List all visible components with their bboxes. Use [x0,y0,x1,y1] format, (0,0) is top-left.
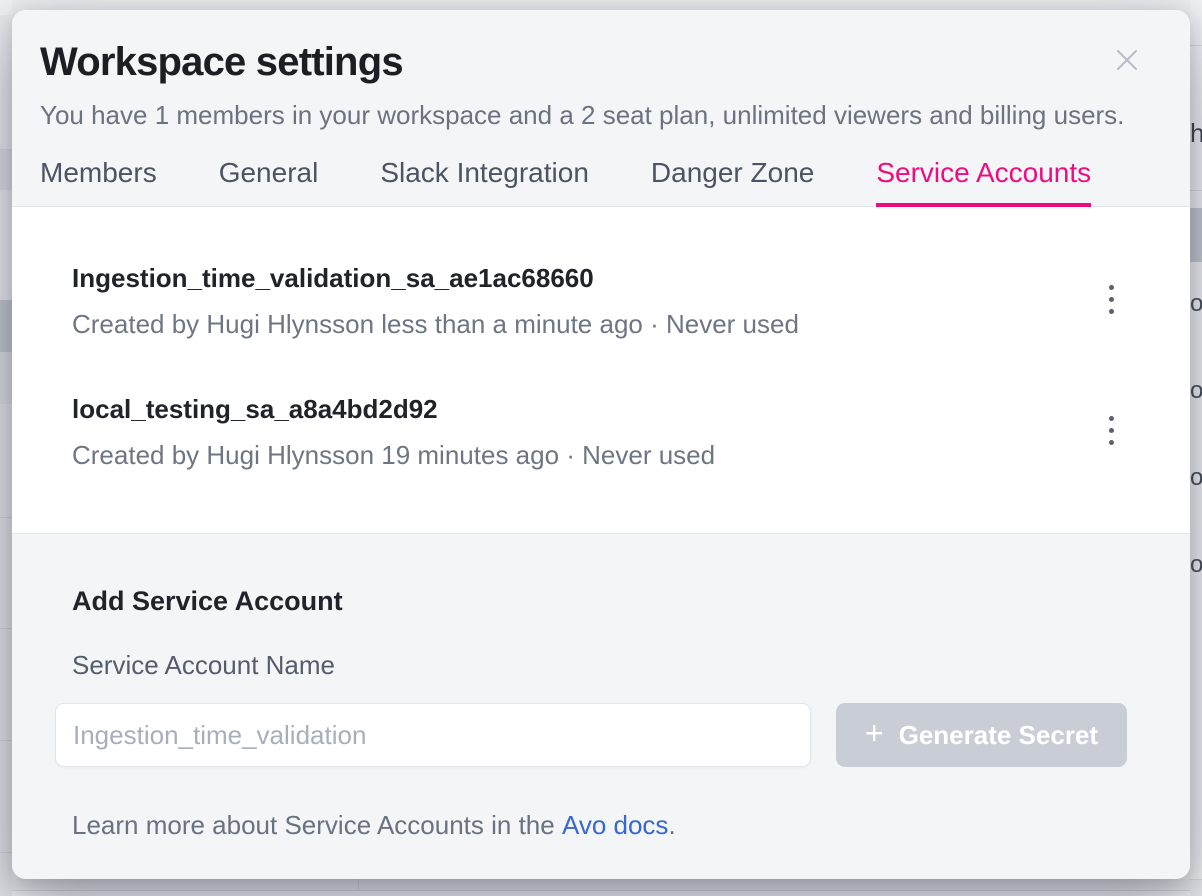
tab-danger-zone[interactable]: Danger Zone [651,157,814,207]
service-account-name: local_testing_sa_a8a4bd2d92 [72,392,715,426]
service-account-name-label: Service Account Name [72,650,1127,681]
generate-secret-label: Generate Secret [899,720,1098,751]
background-page-right-strip: h or or or or [1190,0,1202,896]
service-account-row: local_testing_sa_a8a4bd2d92 Created by H… [12,392,1190,471]
service-account-meta: Created by Hugi Hlynsson 19 minutes ago … [72,439,715,471]
service-account-meta: Created by Hugi Hlynsson less than a min… [72,308,799,340]
background-text-fragment: h [1190,118,1202,149]
background-text-fragment: or [1190,464,1202,492]
close-button[interactable] [1112,45,1142,75]
tab-service-accounts[interactable]: Service Accounts [876,157,1091,207]
service-account-info: local_testing_sa_a8a4bd2d92 Created by H… [72,392,715,471]
service-account-row: Ingestion_time_validation_sa_ae1ac68660 … [12,261,1190,340]
background-page-bottom-strip [0,879,1202,896]
service-account-name: Ingestion_time_validation_sa_ae1ac68660 [72,261,799,295]
generate-secret-button[interactable]: + Generate Secret [836,703,1127,767]
close-icon [1112,63,1142,78]
tab-members[interactable]: Members [40,157,157,207]
background-page-left-strip [0,0,12,896]
learn-more-text: Learn more about Service Accounts in the… [72,810,1127,841]
service-account-info: Ingestion_time_validation_sa_ae1ac68660 … [72,261,799,340]
avo-docs-link[interactable]: Avo docs [562,810,668,840]
background-text-fragment: or [1190,377,1202,405]
workspace-settings-modal: Workspace settings You have 1 members in… [12,10,1190,879]
modal-header: Workspace settings You have 1 members in… [12,10,1190,207]
background-text-fragment: or [1190,290,1202,318]
service-accounts-list: Ingestion_time_validation_sa_ae1ac68660 … [12,207,1190,533]
add-service-account-form: + Generate Secret [55,703,1127,767]
workspace-summary-text: You have 1 members in your workspace and… [40,100,1124,131]
background-text-fragment: or [1190,551,1202,579]
tab-slack-integration[interactable]: Slack Integration [380,157,589,207]
screen: h or or or or Workspace settings You hav… [0,0,1202,896]
page-title: Workspace settings [40,40,403,85]
tab-general[interactable]: General [219,157,319,207]
add-service-account-heading: Add Service Account [72,586,1127,617]
service-account-menu-button[interactable] [1094,277,1128,321]
settings-tab-bar: Members General Slack Integration Danger… [40,157,1091,207]
plus-icon: + [865,717,884,749]
service-account-menu-button[interactable] [1094,408,1128,452]
kebab-icon [1109,416,1114,445]
kebab-icon [1109,285,1114,314]
service-account-name-input[interactable] [55,703,811,767]
add-service-account-section: Add Service Account Service Account Name… [12,533,1190,879]
